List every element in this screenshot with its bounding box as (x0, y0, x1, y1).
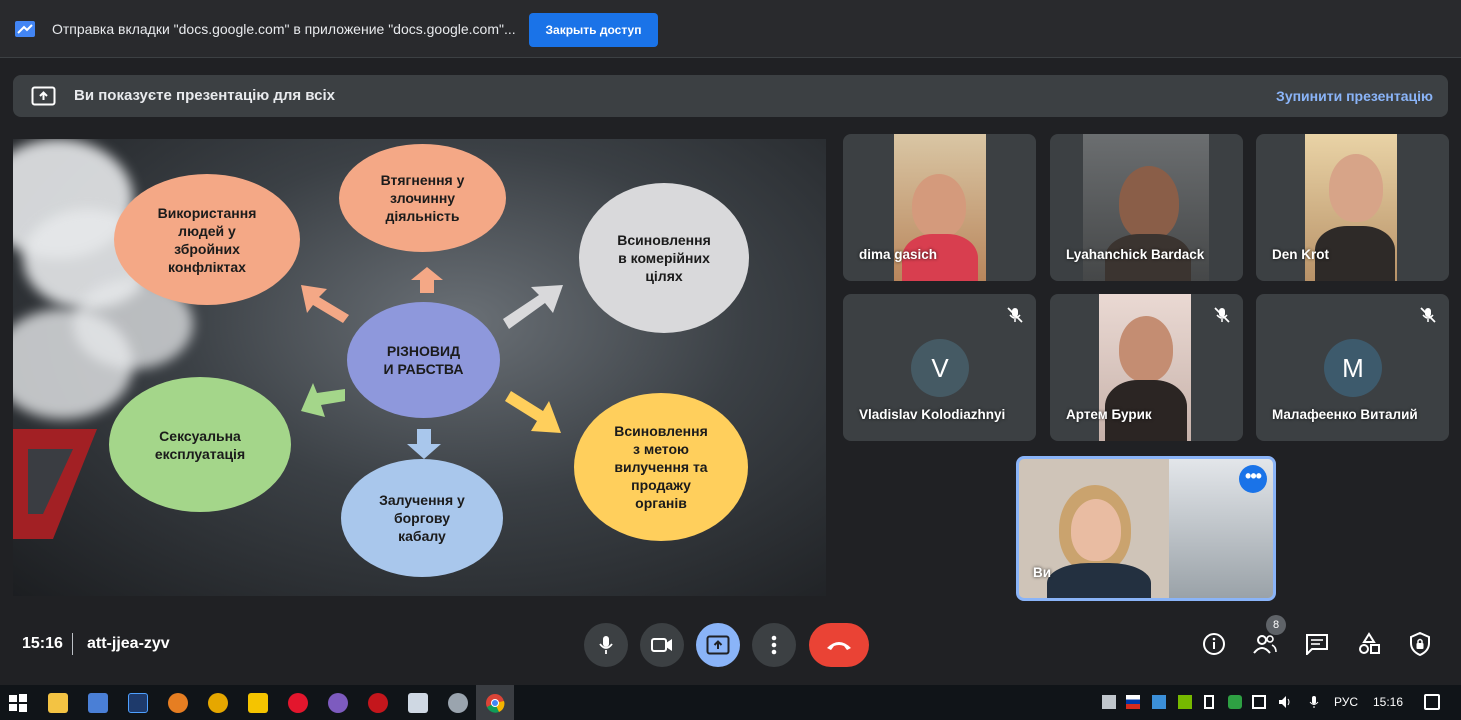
usb-icon[interactable] (1204, 695, 1214, 709)
present-screen-icon (31, 86, 56, 106)
cast-tab-icon (15, 21, 35, 37)
participant-count-badge: 8 (1266, 615, 1286, 635)
bubble-sexual-exploitation: Сексуальна експлуатація (109, 377, 291, 512)
participant-tile[interactable]: V Vladislav Kolodiazhnyi (843, 294, 1036, 441)
meeting-controls: 15:16 att-jjea-zyv 8 (0, 605, 1461, 685)
volume-icon[interactable] (1278, 695, 1292, 709)
participant-name: Артем Бурик (1066, 407, 1152, 422)
taskbar-clock[interactable]: 15:16 (1373, 695, 1403, 709)
tray-icon[interactable] (1102, 695, 1116, 709)
arrow-up-icon (411, 267, 443, 293)
sharing-message: Отправка вкладки "docs.google.com" в при… (52, 21, 516, 37)
participant-name: Vladislav Kolodiazhnyi (859, 407, 1006, 422)
divider (72, 633, 73, 655)
save-icon[interactable] (88, 693, 108, 713)
participant-name: Малафеенко Виталий (1272, 407, 1418, 422)
participant-name: Lyahanchick Bardack (1066, 247, 1205, 262)
viber-icon[interactable] (328, 693, 348, 713)
present-button[interactable] (696, 623, 740, 667)
russian-flag-icon[interactable] (1126, 695, 1140, 709)
arrow-up-right-icon (503, 285, 563, 329)
presenting-banner: Ви показуєте презентацію для всіх Зупини… (13, 75, 1448, 117)
bubble-debt-bondage: Залучення у боргову кабалу (341, 459, 503, 577)
arrow-down-right-icon (505, 391, 561, 433)
windows-taskbar: РУС 15:16 (0, 685, 1461, 720)
app-red-icon[interactable] (368, 693, 388, 713)
meeting-time: 15:16 (22, 635, 63, 652)
chat-button[interactable] (1304, 631, 1330, 657)
participant-tile[interactable]: dima gasich (843, 134, 1036, 281)
bubble-criminal-activity: Втягнення у злочинну діяльність (339, 144, 506, 252)
avatar: V (911, 339, 969, 397)
notifications-icon[interactable] (1424, 694, 1440, 710)
document-icon[interactable] (408, 693, 428, 713)
media-icon[interactable] (248, 693, 268, 713)
input-language[interactable]: РУС (1334, 695, 1358, 709)
bubble-armed-conflicts: Використання людей у збройних конфліктах (114, 174, 300, 305)
shield-lock-icon (1410, 632, 1430, 656)
people-icon (1253, 635, 1277, 654)
opera-icon[interactable] (288, 693, 308, 713)
chrome-icon[interactable] (485, 693, 505, 713)
microphone-icon (599, 636, 613, 654)
participant-name: Den Krot (1272, 247, 1329, 262)
chat-icon (1306, 634, 1328, 655)
presentation-slide: Використання людей у збройних конфліктах… (13, 139, 826, 596)
camera-icon (651, 638, 672, 652)
stop-presentation-link[interactable]: Зупинити презентацію (1276, 88, 1433, 104)
more-options-icon[interactable]: ••• (1239, 465, 1267, 493)
app-icon[interactable] (208, 693, 228, 713)
network-icon[interactable] (1252, 695, 1266, 709)
stop-sharing-button[interactable]: Закрыть доступ (529, 13, 658, 47)
arrow-up-left-icon (301, 285, 349, 323)
presenting-message: Ви показуєте презентацію для всіх (74, 87, 335, 104)
participant-tile[interactable]: Lyahanchick Bardack (1050, 134, 1243, 281)
bubble-center-types: РІЗНОВИД И РАБСТВА (347, 302, 500, 418)
more-options-button[interactable] (752, 623, 796, 667)
mic-off-icon (1420, 307, 1436, 323)
speaker-icon (1279, 696, 1290, 708)
photoshop-icon[interactable] (128, 693, 148, 713)
mic-tray-icon[interactable] (1307, 695, 1321, 709)
arrow-down-icon (407, 429, 441, 459)
tab-sharing-bar: Отправка вкладки "docs.google.com" в при… (0, 0, 1461, 58)
hang-up-icon (827, 642, 851, 650)
end-call-button[interactable] (809, 623, 869, 667)
windows-start-icon[interactable] (8, 693, 28, 713)
activities-icon (1359, 632, 1380, 654)
browser-icon[interactable] (168, 693, 188, 713)
camera-button[interactable] (640, 623, 684, 667)
file-explorer-icon[interactable] (48, 693, 68, 713)
bubble-commercial-adoption: Всиновлення в комерійних цілях (579, 183, 749, 333)
bubble-organ-adoption: Всиновлення з метою вилучення та продажу… (574, 393, 748, 541)
more-vert-icon (771, 635, 777, 655)
app-gray-icon[interactable] (448, 693, 468, 713)
red-frame-decoration (13, 429, 97, 539)
participant-tile[interactable]: M Малафеенко Виталий (1256, 294, 1449, 441)
tray-icon[interactable] (1152, 695, 1166, 709)
self-name: Ви (1033, 565, 1052, 580)
mic-off-icon (1007, 307, 1023, 323)
microphone-icon (1309, 696, 1319, 708)
host-controls-button[interactable] (1407, 631, 1433, 657)
self-video-tile[interactable]: ••• Ви (1016, 456, 1276, 601)
mic-off-icon (1214, 307, 1230, 323)
arrow-left-icon (301, 383, 345, 417)
avatar: M (1324, 339, 1382, 397)
security-icon[interactable] (1228, 695, 1242, 709)
present-screen-icon (706, 635, 730, 655)
participant-tile[interactable]: Den Krot (1256, 134, 1449, 281)
participant-tile[interactable]: Артем Бурик (1050, 294, 1243, 441)
info-icon (1203, 633, 1225, 655)
activities-button[interactable] (1356, 631, 1382, 657)
participant-name: dima gasich (859, 247, 938, 262)
microphone-button[interactable] (584, 623, 628, 667)
meeting-details-button[interactable] (1201, 631, 1227, 657)
meeting-code: att-jjea-zyv (87, 635, 170, 652)
nvidia-icon[interactable] (1178, 695, 1192, 709)
